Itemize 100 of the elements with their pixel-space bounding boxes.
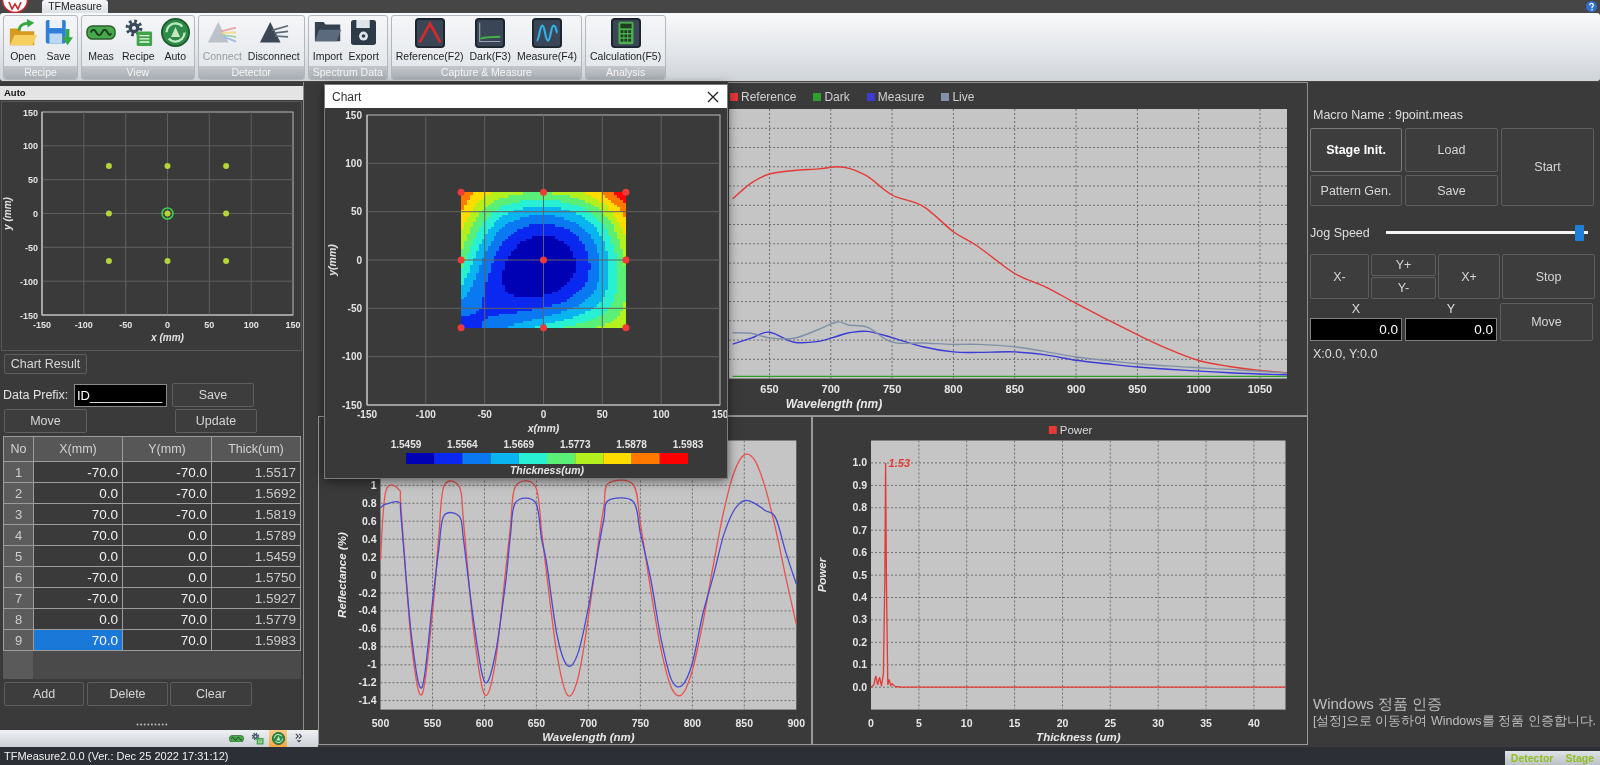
delete-button[interactable]: Delete	[87, 682, 168, 706]
position-field[interactable]: 0.0	[1405, 318, 1497, 341]
axis-tick-label: 650	[527, 716, 546, 729]
table-cell: 1.5692	[212, 483, 300, 503]
axis-tick-label: 1	[370, 478, 377, 491]
field-label: Data Prefix:	[2, 388, 70, 402]
toolbar-button[interactable]: Dark(F3)	[466, 17, 514, 66]
table-cell: 1.5459	[212, 546, 300, 566]
toolbar-button[interactable]: Meas	[83, 17, 119, 66]
row-header[interactable]: 6	[4, 567, 33, 587]
input-field[interactable]: ID__________	[74, 383, 167, 407]
splitter-grip[interactable]	[135, 723, 168, 726]
close-button[interactable]	[707, 90, 719, 103]
pattern-gen-button[interactable]: Pattern Gen.	[1310, 175, 1402, 206]
axis-tick-label: 0	[33, 209, 38, 219]
axis-title: Power	[816, 557, 828, 593]
stage-init-button[interactable]: Stage Init.	[1310, 128, 1402, 172]
toolbar-button[interactable]: Export	[345, 17, 382, 66]
row-header[interactable]: 8	[4, 609, 33, 629]
axis-tick-label: 550	[423, 716, 442, 729]
table-cell: 1.5789	[212, 525, 300, 545]
gear-list-icon	[123, 18, 153, 47]
help-button[interactable]	[1586, 1, 1597, 12]
axis-tick-label: 0.1	[852, 658, 867, 671]
colorbar-label: 1.5564	[447, 439, 478, 450]
axis-tick-label: 50	[596, 408, 608, 420]
axis-title: x(mm)	[527, 422, 560, 434]
toolbar-button[interactable]: Auto	[157, 17, 193, 66]
row-header[interactable]: 5	[4, 546, 33, 566]
toolbar-button[interactable]: Disconnect	[244, 17, 303, 66]
axis-tick-label: -1	[367, 658, 377, 671]
toolbar-button[interactable]: Save	[41, 17, 76, 66]
table-cell: 1.5750	[212, 567, 300, 587]
stop-button[interactable]: Stop	[1502, 254, 1595, 299]
y-plus-button[interactable]: Y+	[1371, 254, 1436, 276]
axis-tick-label: 0.5	[852, 568, 867, 581]
axis-tick-label: 100	[243, 320, 259, 330]
row-header[interactable]: 9	[4, 630, 33, 650]
axis-title: x (mm)	[151, 332, 184, 343]
wave-icon	[86, 25, 116, 40]
x-minus-button[interactable]: X-	[1310, 254, 1369, 299]
save-button[interactable]: Save	[1405, 175, 1498, 206]
row-header[interactable]: 4	[4, 525, 33, 545]
line-chart-icon	[475, 17, 506, 48]
table-cell: 0.0	[34, 546, 122, 566]
floppy-disk-icon	[44, 18, 73, 47]
axis-tick-label: 0.6	[361, 514, 377, 527]
legend-label: Live	[952, 90, 975, 104]
toolbar-button[interactable]: Reference(F2)	[392, 17, 467, 66]
axis-tick-label: 950	[1128, 383, 1147, 395]
table-cell: 1.5517	[212, 462, 300, 482]
axis-title: Reflectance (%)	[336, 532, 348, 618]
panel-header: Auto	[0, 86, 303, 100]
help-icon	[1586, 1, 1597, 12]
toolbar-button[interactable]: Import	[309, 17, 346, 66]
axis-tick-label: 1000	[1186, 383, 1211, 395]
axis-tick-label: -0.6	[358, 622, 377, 635]
axis-tick-label: 100	[345, 157, 362, 169]
ribbon-tab[interactable]: TFMeasure	[42, 0, 108, 13]
move-button[interactable]: Move	[4, 409, 87, 433]
load-button[interactable]: Load	[1405, 128, 1498, 172]
axis-tick-label: 50	[28, 175, 38, 186]
axis-tick-label: -150	[33, 320, 51, 330]
field-label: Y	[1445, 303, 1457, 316]
activation-notice-text: [설정]으로 이동하여 Windows를 정품 인증합니다.	[1313, 713, 1597, 729]
colorbar-label: 1.5878	[616, 439, 647, 450]
row-header[interactable]: 7	[4, 588, 33, 608]
move-button[interactable]: Move	[1500, 303, 1593, 341]
toolbar-button[interactable]: Measure(F4)	[513, 17, 580, 66]
axis-tick-label: 850	[1005, 383, 1024, 395]
legend-label: Power	[1059, 424, 1093, 436]
axis-tick-label: 600	[475, 716, 494, 729]
axis-tick-label: 0	[868, 716, 874, 729]
row-header[interactable]: 3	[4, 504, 33, 524]
toolbar-button[interactable]: Open	[5, 17, 41, 66]
axis-tick-label: 50	[204, 320, 215, 330]
x-plus-button[interactable]: X+	[1438, 254, 1500, 299]
table-cell: 0.0	[123, 546, 211, 566]
axis-tick-label: -50	[25, 242, 38, 253]
axis-tick-label: 0.4	[361, 532, 377, 545]
position-field[interactable]: 0.0	[1310, 318, 1402, 341]
slider-thumb[interactable]	[1575, 225, 1585, 241]
y-minus-button[interactable]: Y-	[1371, 277, 1436, 299]
chart-result-tab[interactable]: Chart Result	[4, 354, 87, 374]
row-header[interactable]: 1	[4, 462, 33, 482]
toolbar-button[interactable]: Recipe	[119, 17, 158, 66]
start-button[interactable]: Start	[1501, 128, 1594, 206]
axis-tick-label: -1.4	[358, 694, 377, 707]
toolbar-button[interactable]: Calculation(F5)	[587, 17, 665, 66]
table-cell: 1.5779	[212, 609, 300, 629]
axis-tick-label: 0.8	[361, 496, 377, 509]
add-button[interactable]: Add	[4, 682, 84, 706]
macro-name-label: Macro Name : 9point.meas	[1312, 108, 1465, 123]
nav-button[interactable]	[269, 730, 287, 747]
group-label: View	[82, 66, 194, 79]
save-button[interactable]: Save	[172, 383, 254, 407]
update-button[interactable]: Update	[175, 409, 257, 433]
clear-button[interactable]: Clear	[170, 682, 252, 706]
row-header[interactable]: 2	[4, 483, 33, 503]
colorbar-label: 1.5983	[672, 439, 704, 450]
